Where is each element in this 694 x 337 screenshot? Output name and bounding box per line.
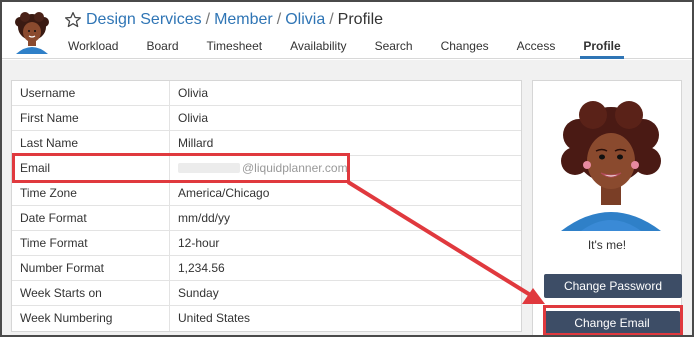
- table-row: Username Olivia: [12, 80, 521, 106]
- row-label: Username: [12, 80, 170, 106]
- row-value: America/Chicago: [178, 185, 270, 200]
- change-password-button[interactable]: Change Password: [544, 274, 682, 298]
- row-label: Time Zone: [12, 180, 170, 206]
- table-row: Date Format mm/dd/yy: [12, 205, 521, 231]
- row-label: Week Starts on: [12, 280, 170, 306]
- tab-availability[interactable]: Availability: [290, 37, 346, 59]
- breadcrumb: Design Services / Member / Olivia / Prof…: [64, 9, 383, 31]
- email-domain: @liquidplanner.com: [242, 160, 348, 175]
- tab-search[interactable]: Search: [375, 37, 413, 59]
- row-value: United States: [178, 311, 251, 325]
- row-label: Week Numbering: [12, 306, 170, 331]
- tab-timesheet[interactable]: Timesheet: [207, 37, 263, 59]
- row-label: Email: [12, 155, 170, 181]
- tab-access[interactable]: Access: [517, 37, 556, 59]
- table-row: First Name Olivia: [12, 105, 521, 131]
- table-row: Week Starts on Sunday: [12, 280, 521, 306]
- user-avatar[interactable]: [10, 10, 54, 54]
- row-value: 1,234.56: [178, 260, 225, 275]
- table-row: Week Numbering United States: [12, 306, 521, 331]
- avatar-caption: It's me!: [587, 238, 627, 252]
- breadcrumb-olivia[interactable]: Olivia: [285, 11, 325, 29]
- page-title: Profile: [337, 11, 384, 28]
- tab-board[interactable]: Board: [146, 37, 178, 59]
- profile-content: Username Olivia First Name Olivia Last N…: [2, 60, 692, 335]
- row-value: 12-hour: [178, 235, 220, 250]
- tab-profile[interactable]: Profile: [580, 37, 624, 59]
- row-label: Number Format: [12, 255, 170, 281]
- tab-workload[interactable]: Workload: [68, 37, 118, 59]
- row-label: Time Format: [12, 230, 170, 256]
- row-label: First Name: [12, 105, 170, 131]
- table-row: Number Format 1,234.56: [12, 255, 521, 281]
- table-row: Time Format 12-hour: [12, 230, 521, 256]
- email-value: @liquidplanner.com: [170, 156, 348, 181]
- tab-bar: Workload Board Timesheet Availability Se…: [68, 37, 652, 59]
- row-value: Olivia: [178, 85, 209, 100]
- row-label: Last Name: [12, 130, 170, 156]
- breadcrumb-separator: /: [329, 11, 334, 28]
- row-value: Millard: [178, 135, 214, 150]
- row-value: mm/dd/yy: [178, 210, 231, 225]
- app-frame: Design Services / Member / Olivia / Prof…: [0, 0, 694, 337]
- redacted-email-user: [178, 163, 240, 174]
- breadcrumb-member[interactable]: Member: [214, 11, 273, 29]
- breadcrumb-separator: /: [276, 11, 282, 28]
- row-value: Olivia: [178, 110, 209, 125]
- profile-avatar-image: [561, 101, 661, 231]
- change-email-button[interactable]: Change Email: [544, 311, 680, 335]
- star-icon[interactable]: [64, 11, 82, 29]
- page-header: Design Services / Member / Olivia / Prof…: [2, 2, 692, 59]
- row-value: Sunday: [178, 285, 219, 300]
- tab-changes[interactable]: Changes: [441, 37, 489, 59]
- table-row: Time Zone America/Chicago: [12, 180, 521, 206]
- breadcrumb-separator: /: [205, 11, 211, 28]
- table-row: Last Name Millard: [12, 130, 521, 156]
- row-label: Date Format: [12, 205, 170, 231]
- profile-table: Username Olivia First Name Olivia Last N…: [11, 80, 522, 332]
- avatar-panel: It's me! Change Password Change Email: [532, 80, 682, 335]
- email-row: Email @liquidplanner.com: [12, 155, 521, 181]
- breadcrumb-design-services[interactable]: Design Services: [86, 11, 202, 29]
